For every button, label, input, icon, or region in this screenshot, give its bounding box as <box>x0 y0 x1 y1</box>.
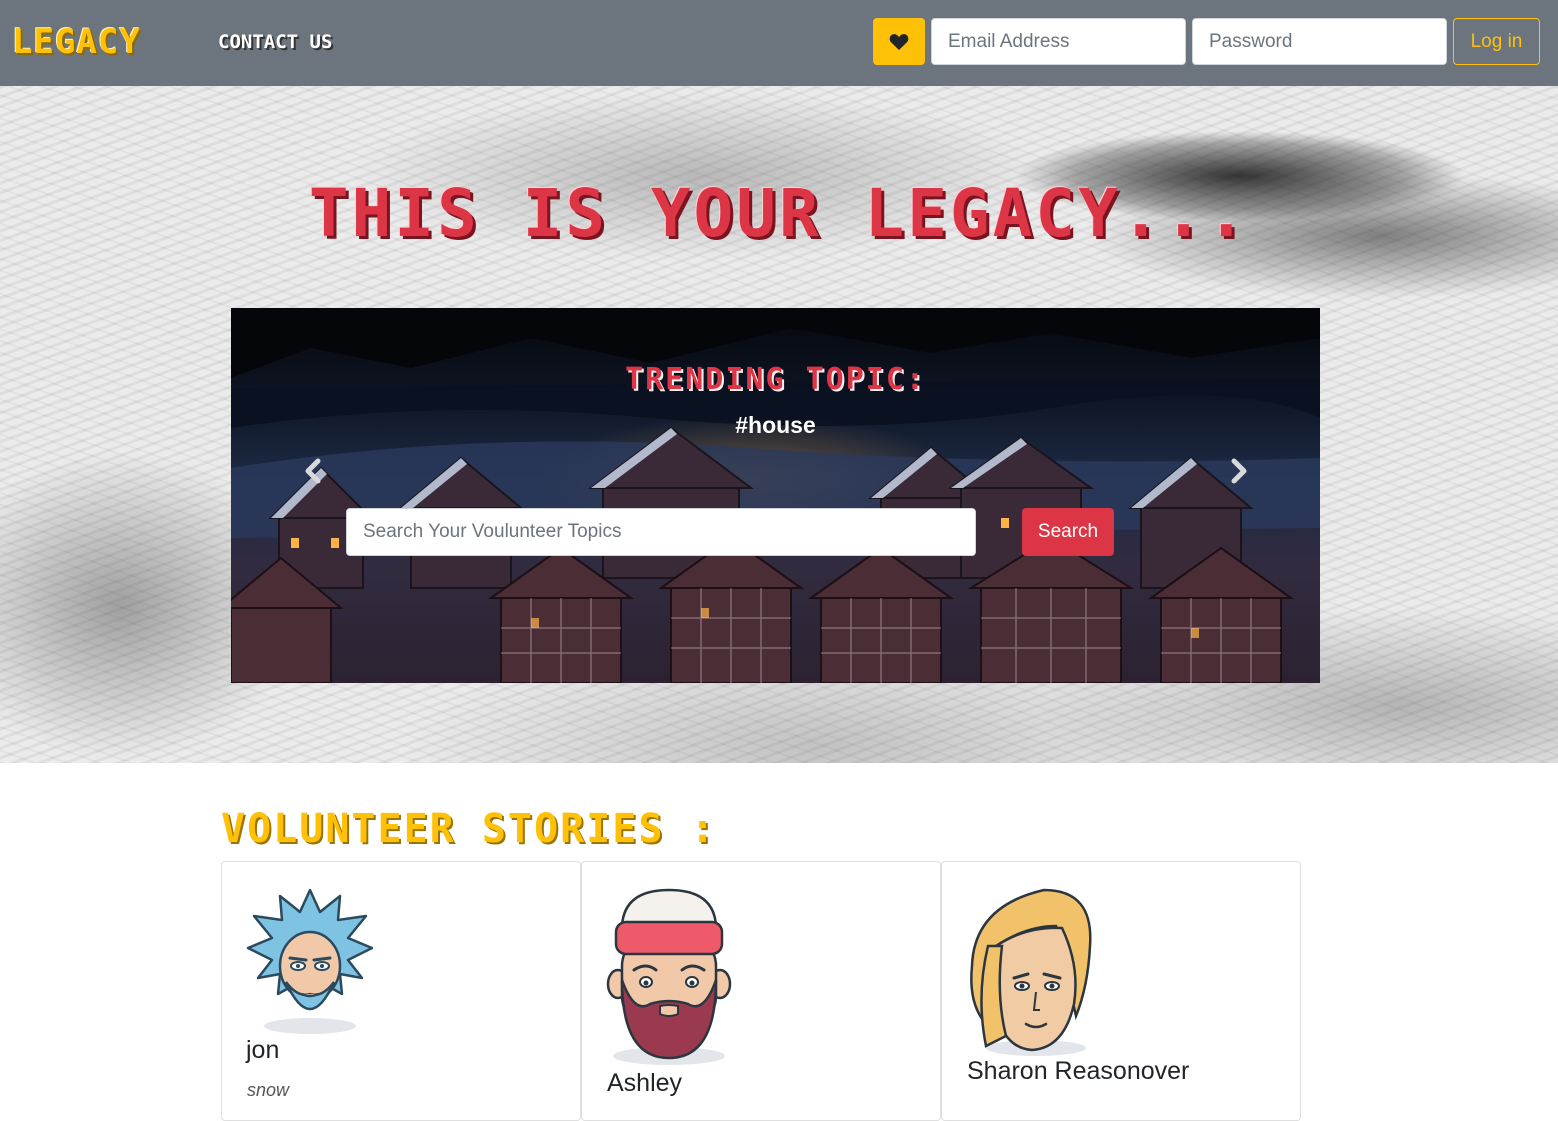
trending-carousel: TRENDING TOPIC: #house Search <box>231 308 1320 683</box>
login-button[interactable]: Log in <box>1453 18 1540 65</box>
heart-icon <box>889 33 909 50</box>
story-card[interactable]: Ashley <box>581 861 941 1121</box>
story-card[interactable]: Sharon Reasonover <box>941 861 1301 1121</box>
chevron-left-icon[interactable] <box>299 456 329 486</box>
navbar: LEGACY CONTACT US Log in <box>0 0 1558 86</box>
search-input[interactable] <box>346 508 976 556</box>
email-field[interactable] <box>931 18 1186 65</box>
bearded-beanie-avatar-icon <box>606 888 732 1065</box>
password-field[interactable] <box>1192 18 1447 65</box>
chevron-right-icon[interactable] <box>1223 456 1253 486</box>
scientist-avatar-icon <box>246 888 374 1034</box>
contact-us-link[interactable]: CONTACT US <box>218 30 332 54</box>
blonde-woman-avatar-icon <box>970 888 1092 1056</box>
favorites-button[interactable] <box>873 18 925 65</box>
stories-heading: VOLUNTEER STORIES : <box>221 806 717 852</box>
card-name: Ashley <box>607 1069 683 1097</box>
card-name: jon <box>246 1036 280 1064</box>
trending-topic-label: TRENDING TOPIC: <box>625 362 926 397</box>
hero-section: THIS IS YOUR LEGACY... TRENDING TOPIC: #… <box>0 86 1558 763</box>
story-card[interactable]: jon snow <box>221 861 581 1121</box>
search-button[interactable]: Search <box>1022 508 1114 556</box>
hero-title: THIS IS YOUR LEGACY... <box>308 175 1250 252</box>
brand-logo[interactable]: LEGACY <box>12 22 141 62</box>
trending-tag[interactable]: #house <box>231 410 1320 440</box>
card-name: Sharon Reasonover <box>967 1057 1190 1085</box>
card-subtitle: snow <box>247 1080 290 1100</box>
